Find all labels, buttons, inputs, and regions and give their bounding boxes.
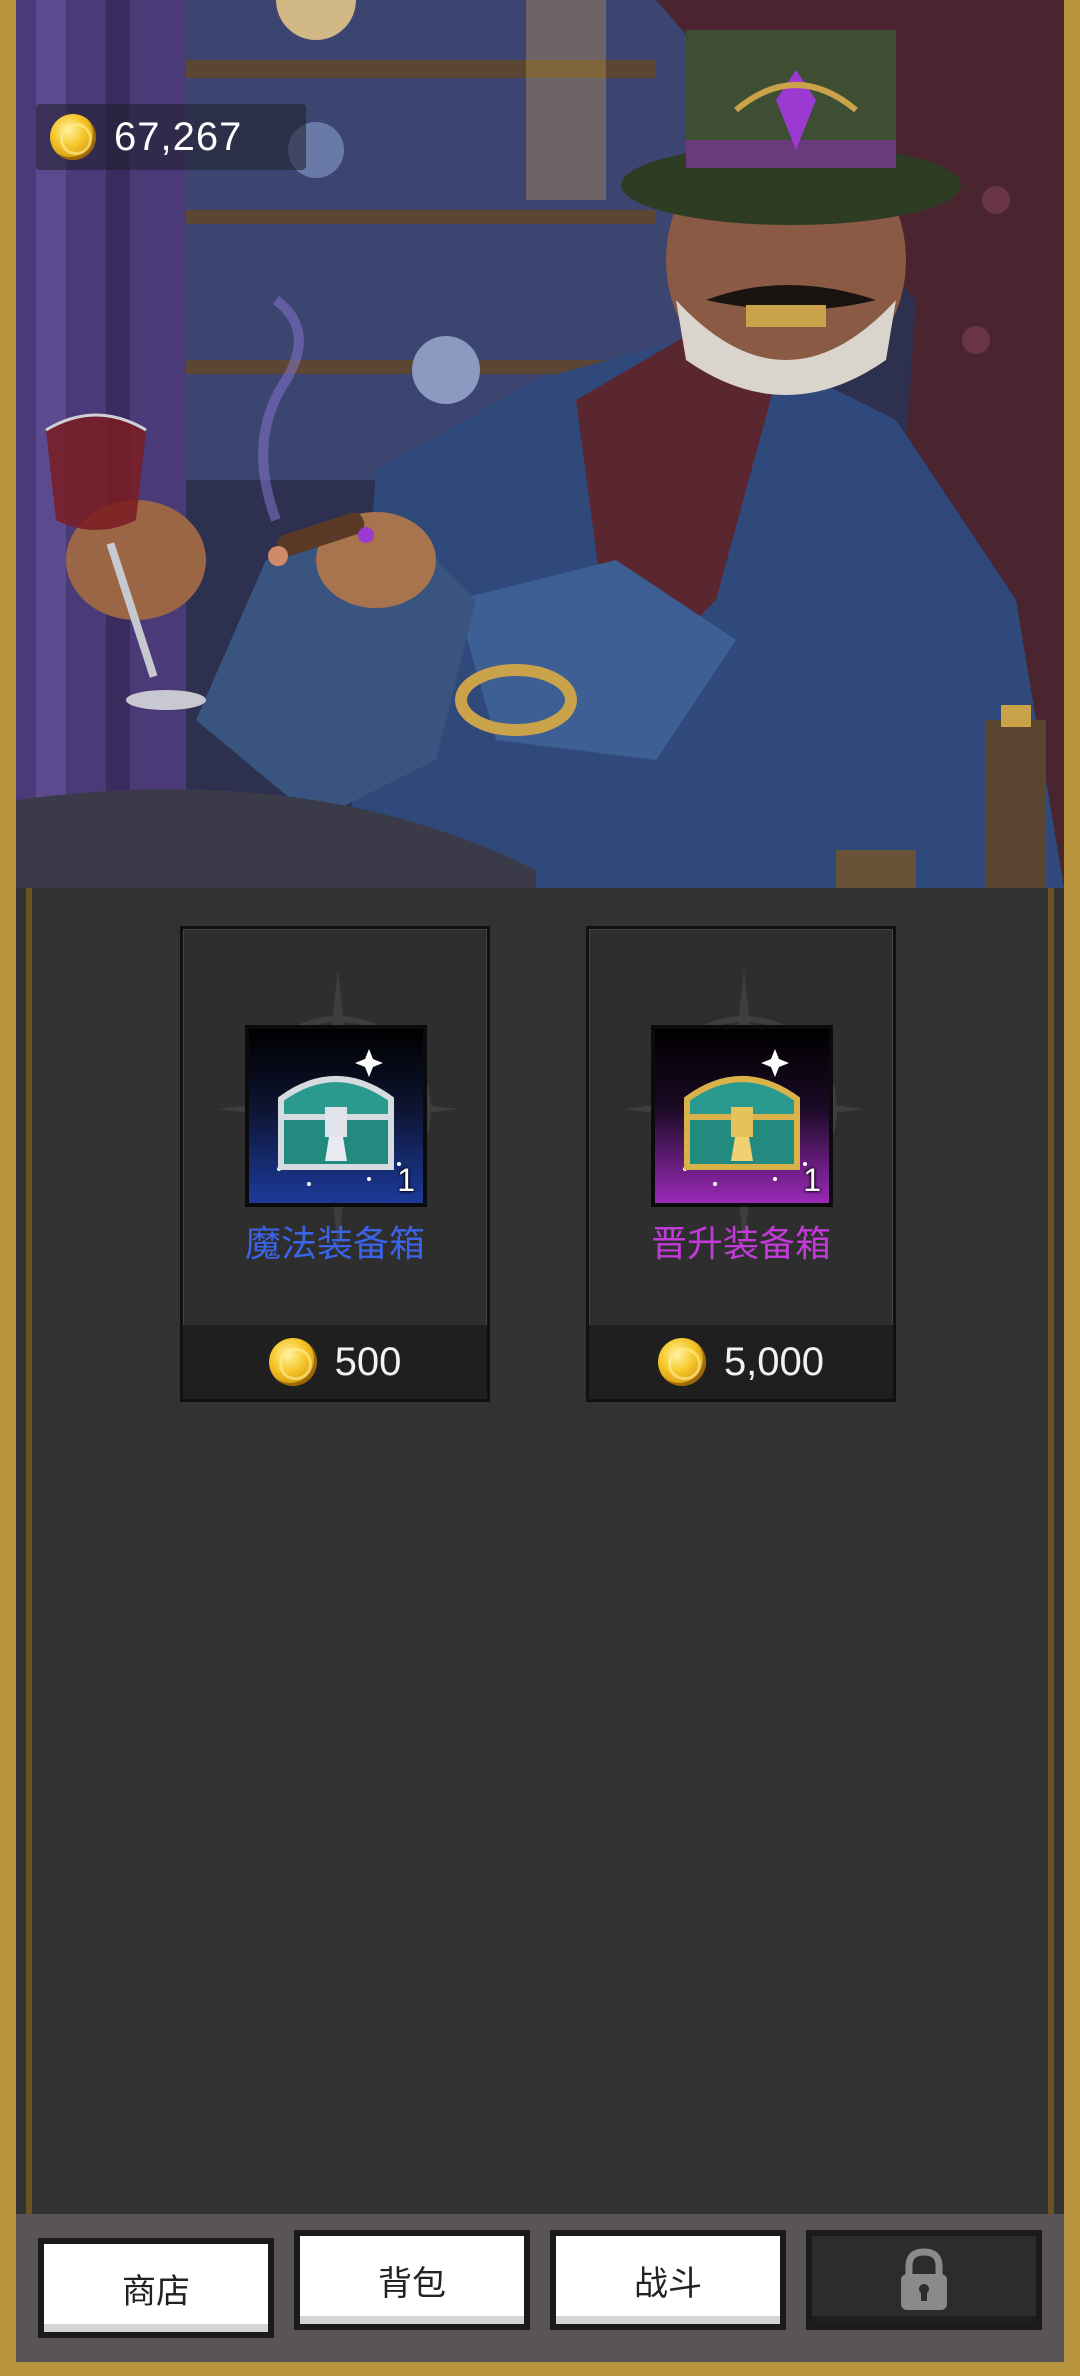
nav-shop-button[interactable]: 商店 <box>38 2238 274 2338</box>
shop-item-promotion-equipment-box[interactable]: 1 晋升装备箱 5,000 <box>586 926 896 1402</box>
item-name: 魔法装备箱 <box>244 1224 425 1265</box>
lock-icon <box>901 2248 947 2310</box>
nav-battle-button[interactable]: 战斗 <box>550 2230 786 2330</box>
shop-item-magic-equipment-box[interactable]: 1 魔法装备箱 500 <box>180 926 490 1402</box>
item-name: 晋升装备箱 <box>650 1224 831 1265</box>
item-count: 1 <box>803 1162 821 1198</box>
nav-locked-button[interactable] <box>806 2230 1042 2330</box>
item-icon-frame: 1 <box>651 1025 833 1207</box>
gold-counter: 67,267 <box>36 104 306 170</box>
merchant-artwork: 67,267 <box>16 0 1064 888</box>
item-price: 500 <box>334 1339 402 1384</box>
gold-coin-icon <box>657 1338 706 1386</box>
gold-coin-icon <box>268 1338 317 1386</box>
gold-coin-icon <box>50 114 96 160</box>
price-button[interactable]: 500 <box>183 1325 487 1399</box>
price-button[interactable]: 5,000 <box>589 1325 893 1399</box>
item-count: 1 <box>397 1162 415 1198</box>
nav-bag-button[interactable]: 背包 <box>294 2230 530 2330</box>
bottom-nav: 商店 背包 战斗 <box>16 2214 1064 2362</box>
item-price: 5,000 <box>723 1339 825 1384</box>
item-icon-frame: 1 <box>245 1025 427 1207</box>
gold-amount: 67,267 <box>114 114 243 159</box>
